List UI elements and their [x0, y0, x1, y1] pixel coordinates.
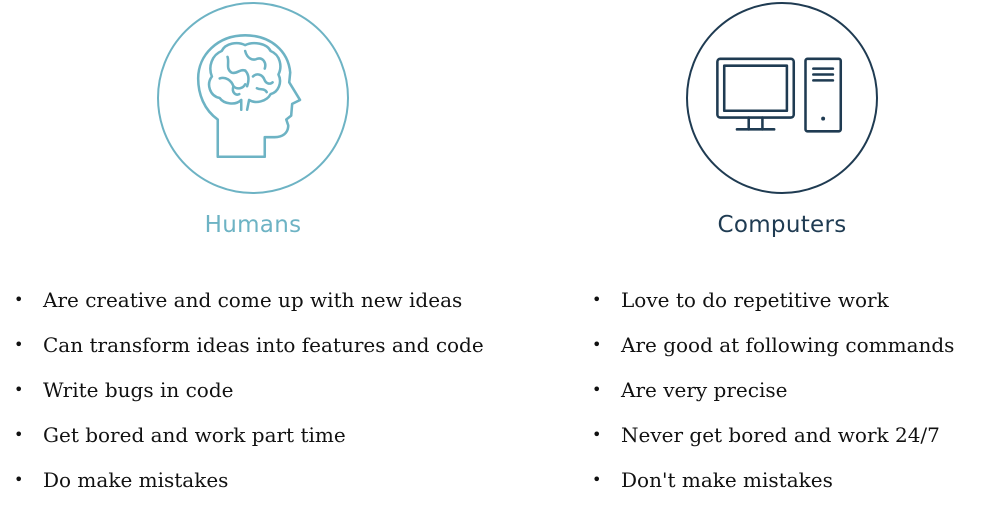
- list-item-text: Get bored and work part time: [43, 422, 346, 447]
- list-item: • Are creative and come up with new ideas: [14, 277, 484, 322]
- list-item: • Can transform ideas into features and c…: [14, 322, 484, 367]
- desktop-computer-icon: [716, 57, 843, 133]
- bullet-icon: •: [14, 334, 24, 354]
- bullet-icon: •: [14, 424, 24, 444]
- list-item: • Do make mistakes: [14, 457, 484, 502]
- bullet-icon: •: [592, 469, 602, 489]
- bullet-icon: •: [592, 379, 602, 399]
- human-head-brain-icon: [196, 34, 302, 159]
- computers-heading: Computers: [717, 212, 847, 238]
- list-item-text: Don't make mistakes: [621, 467, 833, 492]
- bullet-icon: •: [592, 424, 602, 444]
- list-item-text: Can transform ideas into features and co…: [43, 332, 484, 357]
- list-item-text: Love to do repetitive work: [621, 287, 889, 312]
- list-item: • Write bugs in code: [14, 367, 484, 412]
- bullet-icon: •: [14, 469, 24, 489]
- humans-list: • Are creative and come up with new ideas…: [14, 277, 484, 502]
- list-item-text: Are creative and come up with new ideas: [43, 287, 463, 312]
- list-item-text: Never get bored and work 24/7: [621, 422, 940, 447]
- humans-heading: Humans: [204, 212, 302, 238]
- humans-icon-circle: [157, 2, 349, 194]
- bullet-icon: •: [592, 289, 602, 309]
- list-item-text: Write bugs in code: [43, 377, 234, 402]
- computers-list: • Love to do repetitive work • Are good at…: [592, 277, 954, 502]
- list-item: • Are good at following commands: [592, 322, 954, 367]
- list-item: • Get bored and work part time: [14, 412, 484, 457]
- list-item-text: Are very precise: [621, 377, 788, 402]
- bullet-icon: •: [14, 289, 24, 309]
- list-item: • Don't make mistakes: [592, 457, 954, 502]
- list-item: • Love to do repetitive work: [592, 277, 954, 322]
- list-item-text: Are good at following commands: [621, 332, 955, 357]
- list-item-text: Do make mistakes: [43, 467, 229, 492]
- bullet-icon: •: [592, 334, 602, 354]
- list-item: • Never get bored and work 24/7: [592, 412, 954, 457]
- computers-icon-circle: [686, 2, 878, 194]
- list-item: • Are very precise: [592, 367, 954, 412]
- bullet-icon: •: [14, 379, 24, 399]
